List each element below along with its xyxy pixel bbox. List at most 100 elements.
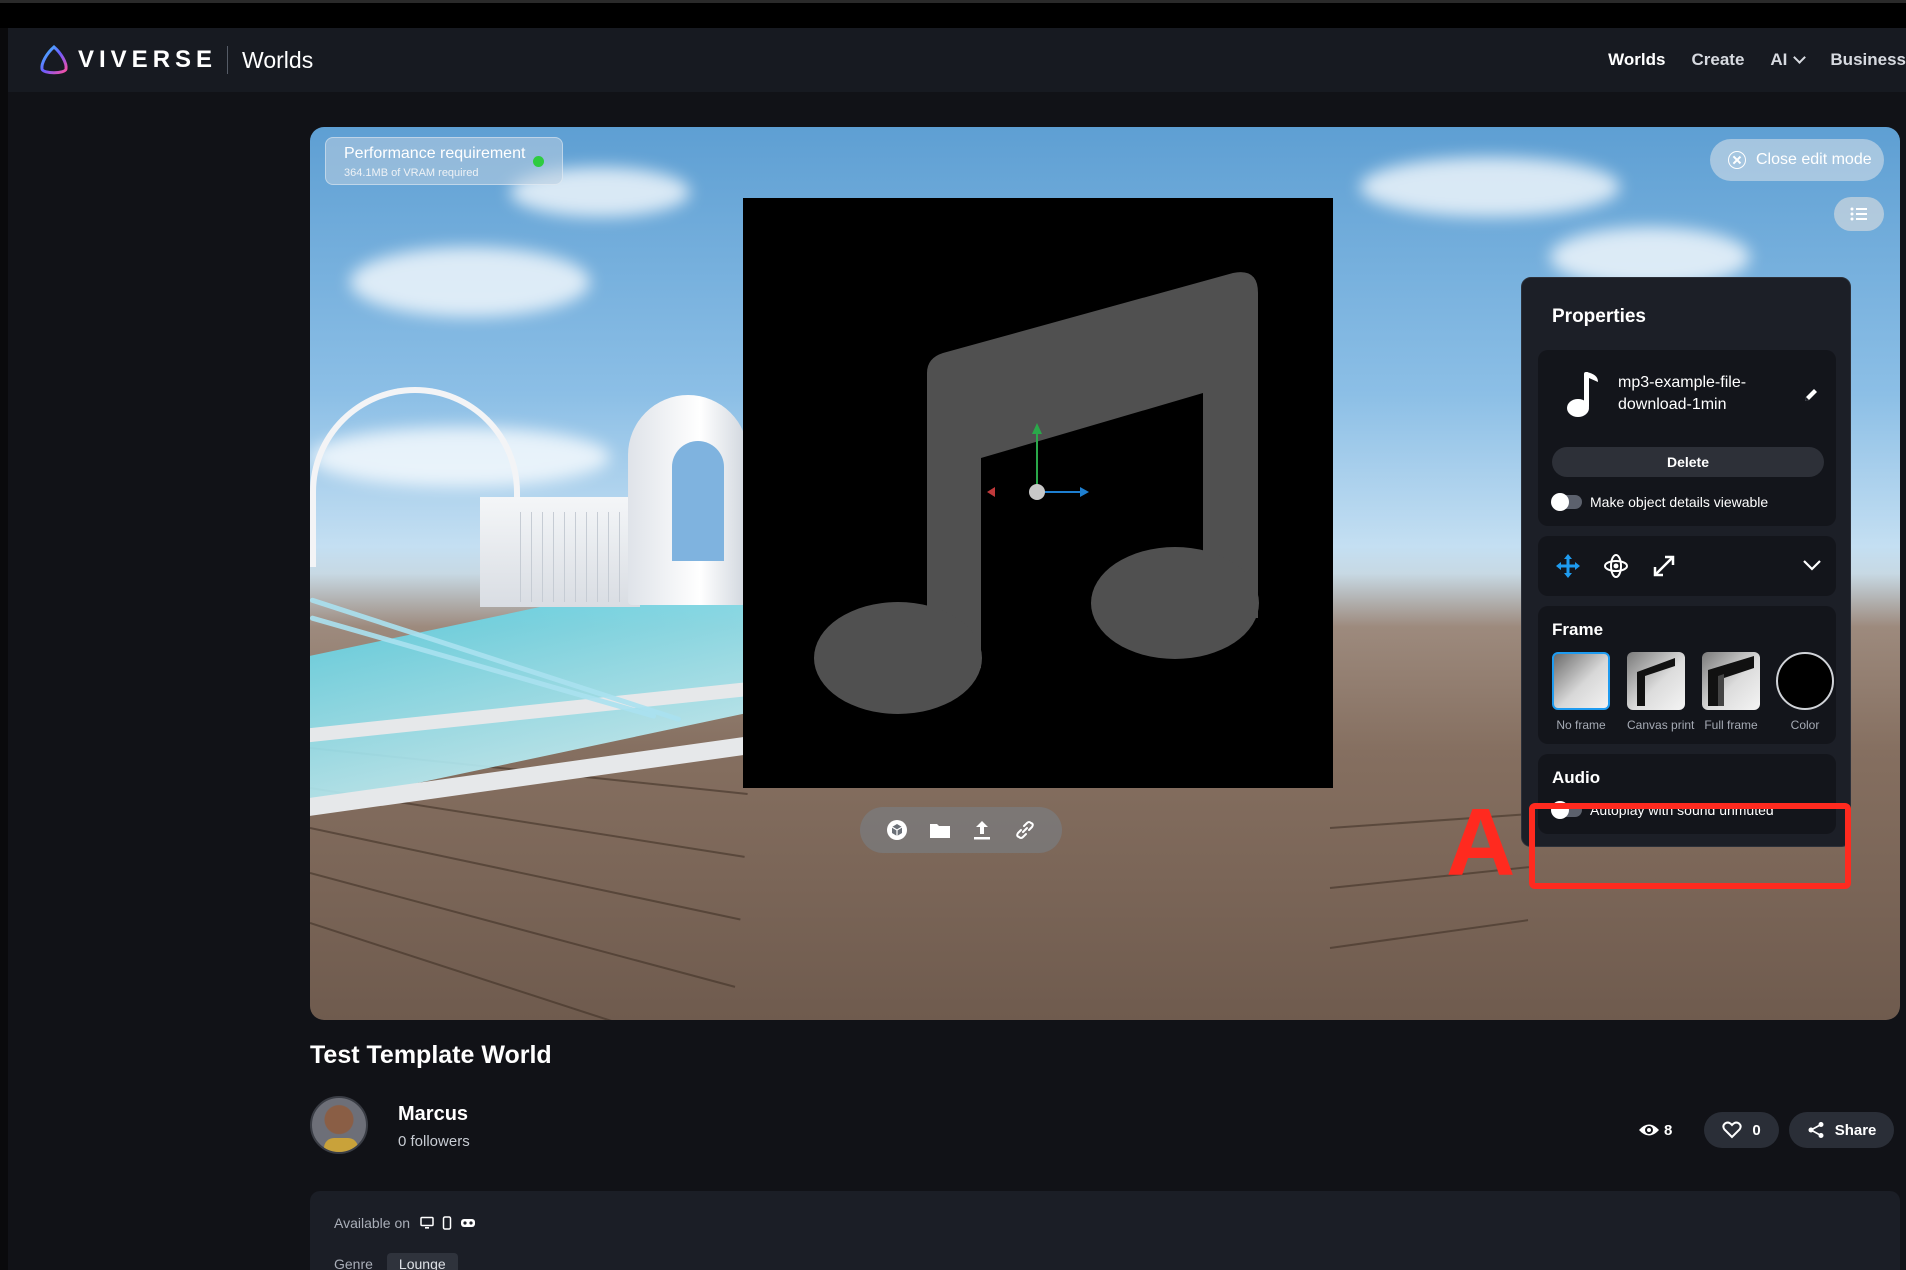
add-object-button[interactable] [884,817,910,843]
scene-tower-opening [672,441,724,561]
performance-requirement-badge: Performance requirement 364.1MB of VRAM … [325,137,563,185]
performance-status-dot [533,156,544,167]
annotation-marker: A [1446,789,1516,896]
window-left-strip [0,28,8,1270]
mobile-icon [442,1216,452,1230]
frame-label: No frame [1556,718,1606,732]
performance-vram: 364.1MB of VRAM required [344,167,479,179]
view-count-value: 8 [1664,1121,1673,1139]
music-note-placeholder [814,272,1259,714]
details-viewable-label: Make object details viewable [1590,494,1769,510]
details-viewable-toggle[interactable] [1551,493,1582,511]
nav-item-worlds[interactable]: Worlds [1608,50,1665,70]
move-icon[interactable] [1554,552,1582,580]
nav-item-business[interactable]: Business [1830,50,1906,70]
deck-plank [310,922,729,1020]
main-nav: Worlds Create AI Business [1582,28,1906,92]
open-folder-button[interactable] [927,817,953,843]
music-note-icon [1567,372,1598,417]
logo-divider [227,46,229,74]
world-title: Test Template World [310,1041,552,1069]
vr-headset-icon [461,1219,476,1227]
file-name: mp3-example-file-download-1min [1618,374,1747,413]
deck-plank [310,827,741,921]
annotation-highlight-box [1529,803,1851,889]
frame-option-no-frame[interactable]: No frame [1552,652,1610,732]
world-3d-viewport[interactable]: Performance requirement 364.1MB of VRAM … [310,127,1900,1020]
desktop-icon [420,1216,434,1229]
toggle-knob [1551,493,1569,511]
frame-thumb-no-frame [1552,652,1610,710]
frame-title: Frame [1552,620,1604,639]
genre-row: Genre Lounge [334,1253,458,1270]
frame-option-full-frame[interactable]: Full frame [1702,652,1760,732]
canvas-print-graphic [1637,658,1675,706]
chevron-down-icon [1793,51,1807,64]
transform-tools-card [1538,536,1836,596]
audio-media-object[interactable] [743,198,1333,788]
properties-panel: Properties mp3-example-file-download-1mi… [1521,277,1851,847]
performance-title: Performance requirement [344,145,526,162]
link-button[interactable] [1012,817,1038,843]
heart-icon [1722,1121,1742,1139]
delete-button[interactable]: Delete [1552,447,1824,477]
object-list-button[interactable] [1834,197,1884,231]
frame-thumb-color [1776,652,1834,710]
frame-thumb-full-frame [1702,652,1760,710]
nav-item-create[interactable]: Create [1691,50,1744,70]
top-navbar: VIVERSE Worlds Worlds Create AI Business [8,28,1906,92]
frame-label: Color [1790,718,1820,732]
properties-title: Properties [1552,306,1646,327]
view-count: 8 [1638,1122,1672,1139]
upload-button[interactable] [969,817,995,843]
scene-cloud [1360,157,1620,217]
rotate-icon[interactable] [1602,552,1630,580]
nav-label: AI [1770,50,1788,69]
world-stats: 8 0 Share [1638,1112,1895,1148]
nav-label: Create [1691,50,1745,69]
author-name[interactable]: Marcus [398,1103,468,1126]
eye-icon [1639,1124,1659,1136]
nav-item-ai[interactable]: AI [1770,50,1807,70]
cube-icon [887,820,908,840]
app: VIVERSE Worlds Worlds Create AI Business [8,28,1906,1270]
details-viewable-toggle-row[interactable]: Make object details viewable [1551,493,1769,511]
frame-option-color[interactable]: Color [1776,652,1834,732]
deck-plank [310,872,736,988]
brand-logo[interactable]: VIVERSE Worlds [38,44,313,76]
available-on-row: Available on [334,1215,476,1231]
link-icon [1015,821,1034,839]
close-edit-mode-button[interactable]: Close edit mode [1710,139,1884,181]
scene-tower [628,395,748,605]
frame-thumb-canvas-print [1627,652,1685,710]
scale-icon[interactable] [1650,552,1678,580]
pencil-icon[interactable] [1802,386,1820,404]
share-button[interactable]: Share [1788,1112,1895,1148]
folder-icon [929,824,950,838]
available-on-label: Available on [334,1215,411,1231]
audio-title: Audio [1552,768,1601,787]
scene-cloud [350,247,590,317]
genre-tag[interactable]: Lounge [386,1253,458,1270]
avatar[interactable] [310,1096,368,1154]
frame-label: Full frame [1704,718,1758,732]
share-icon [1808,1122,1824,1138]
list-icon [1850,207,1867,221]
close-edit-mode-label: Close edit mode [1756,151,1872,168]
like-button[interactable]: 0 [1704,1112,1779,1148]
nav-label: Business [1830,50,1906,69]
frame-option-canvas-print[interactable]: Canvas print [1627,652,1695,732]
like-count: 0 [1752,1121,1761,1139]
upload-icon [974,821,991,840]
logo-section-label: Worlds [242,46,314,73]
world-info-box: Available on Genre Lounge [310,1191,1900,1270]
full-frame-graphic [1708,656,1754,706]
viewport-toolbar [860,807,1062,853]
scene-wall-slats [510,512,640,602]
window-top-strip [0,0,1906,28]
genre-label: Genre [334,1256,373,1270]
frame-label: Canvas print [1627,718,1695,732]
nav-label: Worlds [1608,50,1666,69]
deck-plank [1329,919,1529,949]
chevron-down-icon[interactable] [1802,558,1822,572]
